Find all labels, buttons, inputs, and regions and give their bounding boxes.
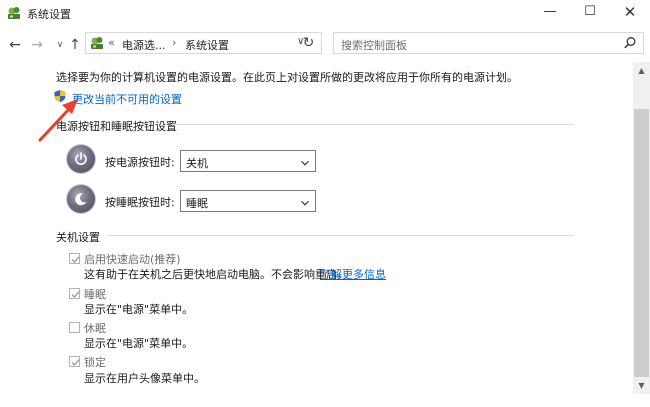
search-icon[interactable] <box>623 36 637 50</box>
breadcrumb-item-power-options[interactable]: 电源选... <box>122 37 166 53</box>
sleep-button-label: 按睡眠按钮时: <box>105 196 175 209</box>
search-input[interactable]: 搜索控制面板 <box>333 32 644 54</box>
breadcrumb-item-system-settings[interactable]: 系统设置 <box>185 37 229 53</box>
forward-button[interactable]: → <box>28 36 46 54</box>
uac-shield-icon <box>53 89 67 103</box>
select-value: 关机 <box>186 157 208 170</box>
power-icon <box>67 145 95 173</box>
minimize-button[interactable]: — <box>530 0 570 26</box>
scroll-thumb[interactable] <box>634 109 649 377</box>
fast-startup-description: 这有助于在关机之后更快地启动电脑。不会影响重启。 <box>84 268 348 281</box>
title-bar: 系统设置 — ☐ ✕ <box>0 0 650 26</box>
chevron-down-icon <box>301 197 309 206</box>
hibernate-label: 休眠 <box>84 322 106 335</box>
section-divider <box>107 235 574 236</box>
sleep-button-action-select[interactable]: 睡眠 <box>180 190 316 212</box>
scroll-down-arrow-icon[interactable]: ▼ <box>633 377 650 394</box>
chevron-down-icon <box>301 157 309 166</box>
change-unavailable-settings-link[interactable]: 更改当前不可用的设置 <box>72 91 182 107</box>
section-divider <box>171 124 574 125</box>
lock-checkbox[interactable] <box>69 356 80 367</box>
power-section-title: 电源按钮和睡眠按钮设置 <box>56 120 177 133</box>
learn-more-link[interactable]: 了解更多信息 <box>320 266 386 282</box>
address-bar[interactable]: « 电源选... › 系统设置 ∨ <box>85 32 322 54</box>
close-button[interactable]: ✕ <box>610 0 650 26</box>
intro-text: 选择要为你的计算机设置的电源设置。在此页上对设置所做的更改将应用于你所有的电源计… <box>56 71 518 84</box>
sleep-label: 睡眠 <box>84 288 106 301</box>
refresh-button[interactable]: ↻ <box>296 32 322 54</box>
hibernate-description: 显示在"电源"菜单中。 <box>84 337 194 350</box>
lock-description: 显示在用户头像菜单中。 <box>84 372 205 385</box>
control-panel-icon <box>6 5 22 21</box>
shutdown-section-title: 关机设置 <box>56 231 100 244</box>
breadcrumb-separator[interactable]: › <box>172 36 176 49</box>
moon-icon <box>67 185 95 213</box>
control-panel-icon <box>89 35 105 51</box>
search-placeholder: 搜索控制面板 <box>341 39 407 52</box>
breadcrumb-overflow[interactable]: « <box>108 36 115 49</box>
window-title: 系统设置 <box>27 8 71 21</box>
vertical-scrollbar[interactable]: ▲ ▼ <box>633 62 650 394</box>
fast-startup-label: 启用快速启动(推荐) <box>84 253 181 266</box>
lock-label: 锁定 <box>84 356 106 369</box>
back-button[interactable]: ← <box>6 36 24 54</box>
up-button[interactable]: ↑ <box>66 36 84 54</box>
scroll-up-arrow-icon[interactable]: ▲ <box>633 62 650 79</box>
maximize-button[interactable]: ☐ <box>570 0 610 26</box>
sleep-checkbox[interactable] <box>69 288 80 299</box>
window-bottom-edge <box>0 394 650 407</box>
sleep-description: 显示在"电源"菜单中。 <box>84 303 194 316</box>
select-value: 睡眠 <box>186 197 208 210</box>
fast-startup-checkbox[interactable] <box>69 253 80 264</box>
power-button-action-select[interactable]: 关机 <box>180 150 316 172</box>
power-button-label: 按电源按钮时: <box>105 156 175 169</box>
hibernate-checkbox[interactable] <box>69 322 80 333</box>
